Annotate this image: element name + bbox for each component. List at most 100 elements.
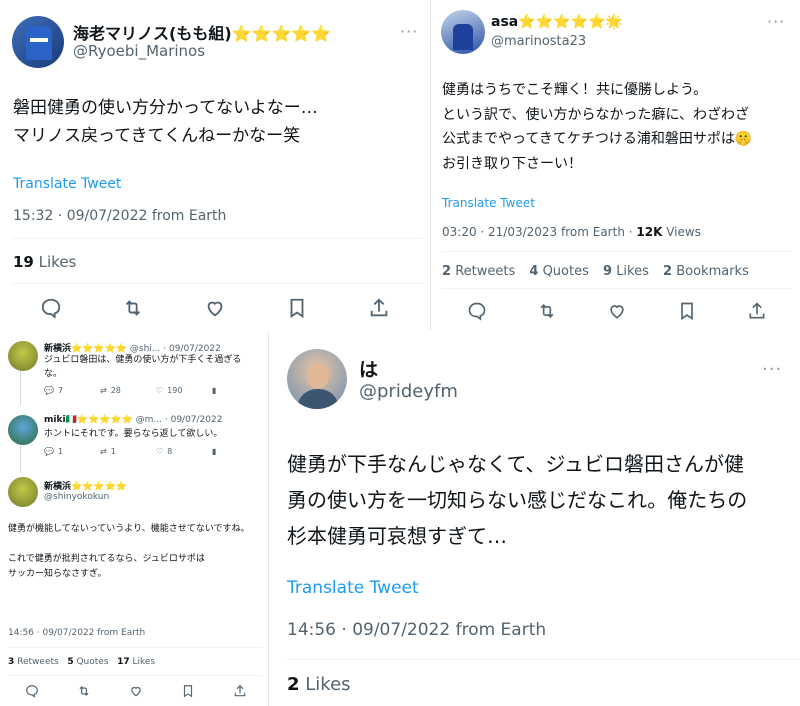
reply-item[interactable]: 新横浜⭐⭐⭐⭐⭐ @shi... · 09/07/2022 ジュビロ磐田は、健勇… <box>0 331 265 405</box>
avatar[interactable] <box>441 10 485 54</box>
retweet-count[interactable]: ⇄ 1 <box>100 447 156 456</box>
like-icon[interactable] <box>204 297 226 319</box>
share-icon[interactable] <box>233 684 247 698</box>
retweets-label: Retweets <box>455 264 516 279</box>
divider <box>442 288 792 289</box>
retweets-count: 2 <box>442 264 452 279</box>
share-icon[interactable] <box>747 301 767 321</box>
reply-item[interactable]: miki🇮🇹⭐⭐⭐⭐⭐ @m... · 09/07/2022 ホントにそれです。… <box>0 407 265 473</box>
divider <box>13 283 423 284</box>
divider <box>8 675 262 676</box>
tweet-top-right: asa⭐⭐⭐⭐⭐🌟 @marinosta23 ··· 健勇はうちでこそ輝く！共に… <box>431 0 800 330</box>
likes-stat[interactable]: 9 Likes <box>603 264 649 279</box>
retweets-stat[interactable]: 3 Retweets <box>8 657 59 667</box>
reply-name[interactable]: miki🇮🇹⭐⭐⭐⭐⭐ <box>44 415 133 425</box>
timestamp: 03:20 · 21/03/2023 from Earth · 12K View… <box>442 225 701 239</box>
translate-link[interactable]: Translate Tweet <box>13 176 121 192</box>
handle[interactable]: @marinosta23 <box>491 34 586 49</box>
more-options-icon[interactable]: ··· <box>400 22 418 41</box>
bookmark-icon[interactable] <box>286 297 308 319</box>
thread-line <box>20 445 21 473</box>
main-stats: 3 Retweets 5 Quotes 17 Likes <box>8 657 155 667</box>
display-name[interactable]: asa⭐⭐⭐⭐⭐🌟 <box>491 14 623 30</box>
panel-separator <box>430 0 431 330</box>
reply-text: ジュビロ磐田は、健勇の使い方が下手くそ過ぎるな。 <box>44 355 242 379</box>
quotes-stat[interactable]: 4 Quotes <box>529 264 588 279</box>
like-icon[interactable] <box>129 684 143 698</box>
main-handle[interactable]: @shinyokokun <box>44 492 109 502</box>
timestamp: 14:56 · 09/07/2022 from Earth <box>287 620 547 640</box>
more-options-icon[interactable]: ··· <box>767 12 785 31</box>
divider <box>13 238 423 239</box>
retweets-stat[interactable]: 2 Retweets <box>442 264 515 279</box>
like-icon[interactable] <box>607 301 627 321</box>
panel-separator <box>268 331 269 706</box>
reply-count[interactable]: 💬 7 <box>44 386 100 395</box>
analytics-icon[interactable]: ▮ <box>212 447 268 456</box>
retweet-count[interactable]: ⇄ 28 <box>100 386 156 395</box>
reply-icon[interactable] <box>467 301 487 321</box>
translate-link[interactable]: Translate Tweet <box>287 578 419 598</box>
bookmarks-label: Bookmarks <box>676 264 749 279</box>
share-icon[interactable] <box>368 297 390 319</box>
tweet-text: 磐田健勇の使い方分かってないよなー… マリノス戻ってきてくんねーかなー笑 <box>13 98 318 146</box>
display-name[interactable]: 海老マリノス(もも組)⭐⭐⭐⭐⭐ <box>73 20 331 44</box>
tweet-text: 健勇が下手なんじゃなくて、ジュビロ磐田さんが健 勇の使い方を一切知らない感じだな… <box>287 452 748 548</box>
reply-count[interactable]: 💬 1 <box>44 447 100 456</box>
likes-label: Likes <box>616 264 649 279</box>
divider <box>287 659 800 660</box>
bookmarks-stat[interactable]: 2 Bookmarks <box>663 264 749 279</box>
main-text: 健勇が機能してないっていうより、機能させてないですね。 これで健勇が批判されてる… <box>8 524 250 579</box>
action-bar <box>467 300 767 322</box>
display-name[interactable]: は <box>359 355 378 382</box>
main-name[interactable]: 新横浜⭐⭐⭐⭐⭐ <box>44 479 127 492</box>
translate-link[interactable]: Translate Tweet <box>442 196 535 210</box>
bookmarks-count: 2 <box>663 264 673 279</box>
bookmark-icon[interactable] <box>677 301 697 321</box>
retweet-icon[interactable] <box>122 297 144 319</box>
timestamp: 15:32 · 09/07/2022 from Earth <box>13 208 227 224</box>
reply-meta: @m... · 09/07/2022 <box>135 415 223 425</box>
avatar[interactable] <box>8 341 38 371</box>
handle[interactable]: @prideyfm <box>359 381 458 402</box>
likes-label: Likes <box>305 674 351 695</box>
avatar[interactable] <box>287 349 347 409</box>
quotes-label: Quotes <box>542 264 589 279</box>
reply-text: ホントにそれです。要らなら返して欲しい。 <box>44 429 223 439</box>
handle[interactable]: @Ryoebi_Marinos <box>73 42 205 60</box>
more-options-icon[interactable]: ··· <box>762 359 782 380</box>
main-timestamp: 14:56 · 09/07/2022 from Earth <box>8 628 146 638</box>
engagement-stats: 2 Retweets 4 Quotes 9 Likes 2 Bookmarks <box>442 264 759 279</box>
likes-count: 2 <box>287 674 300 695</box>
like-count[interactable]: ♡ 190 <box>156 386 212 395</box>
retweet-icon[interactable] <box>77 684 91 698</box>
avatar[interactable] <box>12 16 64 68</box>
tweet-bottom-right: は @prideyfm ··· 健勇が下手なんじゃなくて、ジュビロ磐田さんが健 … <box>269 331 800 706</box>
avatar[interactable] <box>8 415 38 445</box>
analytics-icon[interactable]: ▮ <box>212 386 268 395</box>
likes-stat[interactable]: 2 Likes <box>287 674 361 695</box>
like-count[interactable]: ♡ 8 <box>156 447 212 456</box>
likes-stat[interactable]: 19 Likes <box>13 253 86 271</box>
likes-count: 9 <box>603 264 613 279</box>
divider <box>442 251 792 252</box>
reply-header: miki🇮🇹⭐⭐⭐⭐⭐ @m... · 09/07/2022 <box>44 415 222 425</box>
likes-stat[interactable]: 17 Likes <box>117 657 155 667</box>
reply-actions: 💬7 ⇄28 ♡190 ▮ ⇪ <box>44 386 268 395</box>
avatar[interactable] <box>8 477 38 507</box>
views-count: 12K <box>636 225 663 239</box>
views-label: Views <box>666 225 701 239</box>
retweet-icon[interactable] <box>537 301 557 321</box>
quotes-stat[interactable]: 5 Quotes <box>67 657 108 667</box>
thread-line <box>20 371 21 405</box>
reply-icon[interactable] <box>40 297 62 319</box>
reply-icon[interactable] <box>25 684 39 698</box>
action-bar <box>25 683 247 699</box>
bookmark-icon[interactable] <box>181 684 195 698</box>
quotes-count: 4 <box>529 264 539 279</box>
tweet-text: 健勇はうちでこそ輝く！共に優勝しよう。 という訳で、使い方からなかった癖に、わざ… <box>442 82 753 172</box>
likes-count: 19 <box>13 253 34 271</box>
thread-bottom-left: 新横浜⭐⭐⭐⭐⭐ @shi... · 09/07/2022 ジュビロ磐田は、健勇… <box>0 331 268 706</box>
reply-actions: 💬1 ⇄1 ♡8 ▮ ⇪ <box>44 447 268 456</box>
timestamp-text: 03:20 · 21/03/2023 from Earth · <box>442 225 637 239</box>
